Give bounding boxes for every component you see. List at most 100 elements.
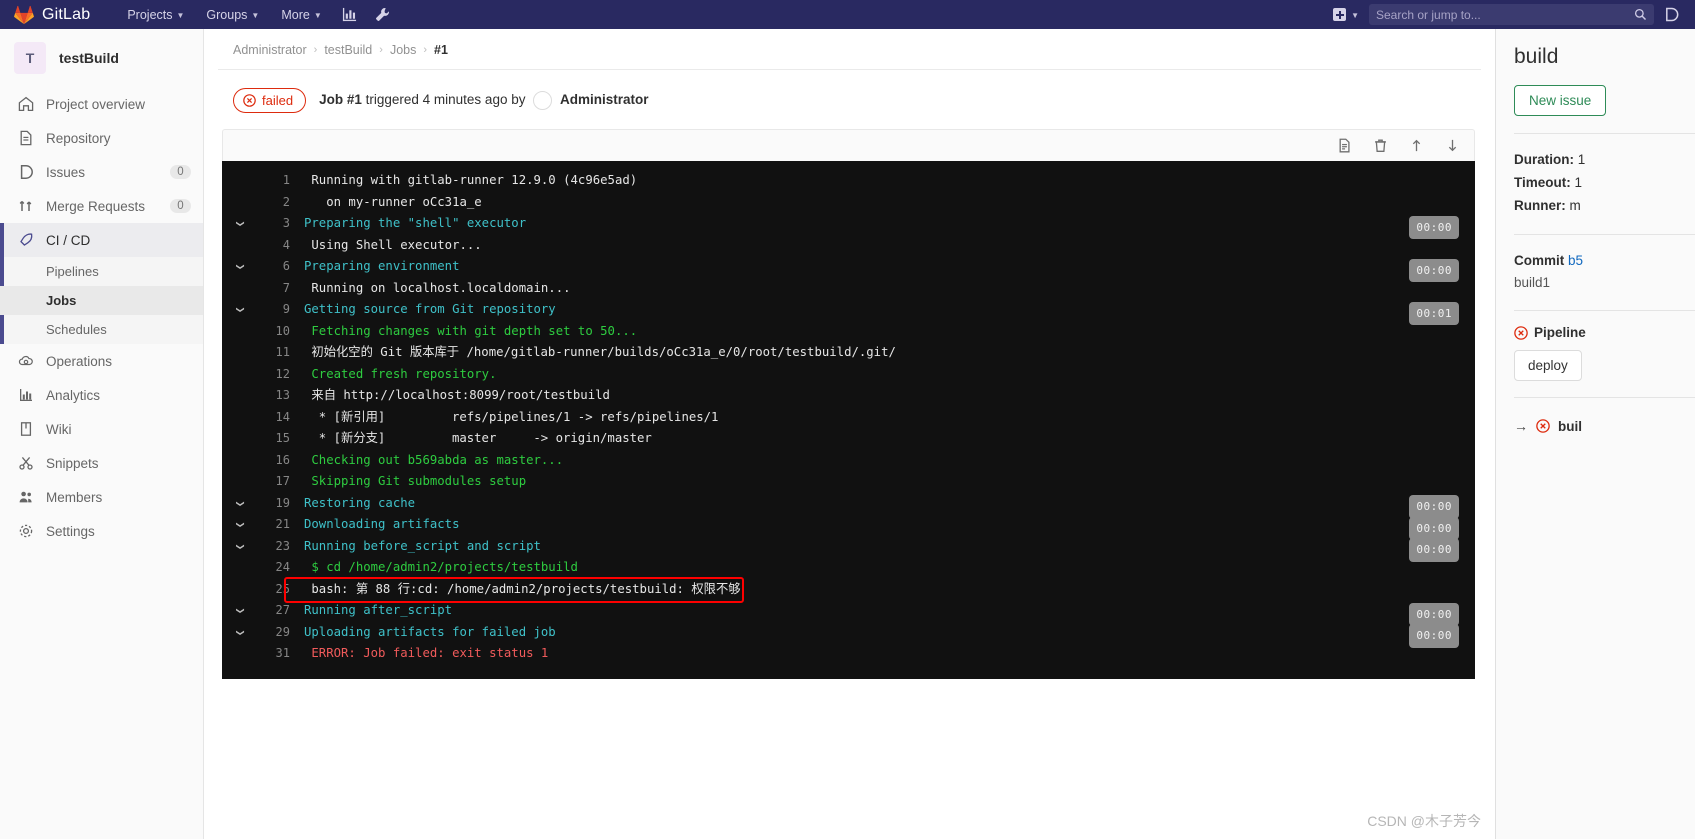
- log-line-text: Getting source from Git repository: [304, 302, 556, 316]
- job-trigger-text: triggered 4 minutes ago by: [365, 92, 526, 108]
- log-line-text: bash: 第 88 行:cd: /home/admin2/projects/t…: [304, 581, 741, 596]
- log-line: ❯ 19 Restoring cache 00:00: [222, 493, 1475, 519]
- log-line-text: $ cd /home/admin2/projects/testbuild: [304, 560, 578, 574]
- log-line-number: 13: [275, 388, 290, 402]
- gear-icon: [17, 523, 34, 539]
- search-input[interactable]: [1376, 7, 1647, 22]
- top-nav-right: ▼: [1325, 2, 1687, 27]
- stage-selector[interactable]: deploy: [1514, 350, 1582, 381]
- sidebar-subitem-pipelines[interactable]: Pipelines: [0, 257, 203, 286]
- wrench-icon-button[interactable]: [366, 2, 399, 27]
- log-line: 10 Fetching changes with git depth set t…: [222, 321, 1475, 343]
- issues-nav-button[interactable]: [1656, 2, 1687, 27]
- log-line: 17 Skipping Git submodules setup: [222, 471, 1475, 493]
- commit-sha-link[interactable]: b5: [1568, 253, 1583, 268]
- status-badge-label: failed: [262, 93, 294, 108]
- sidebar-item-wiki[interactable]: Wiki: [0, 412, 203, 446]
- log-line: ❯ 29 Uploading artifacts for failed job 00:…: [222, 622, 1475, 648]
- log-line-number: 12: [275, 366, 290, 381]
- log-line-text: 来自 http://localhost:8099/root/testbuild: [304, 388, 610, 402]
- job-author[interactable]: Administrator: [560, 92, 649, 107]
- arrow-right-icon: →: [1514, 418, 1528, 434]
- search-box[interactable]: [1369, 4, 1654, 25]
- log-line-number: 31: [275, 646, 290, 660]
- log-line-text: Preparing environment: [304, 259, 460, 273]
- sidebar-item-members[interactable]: Members: [0, 480, 203, 514]
- breadcrumb-separator-icon: ›: [313, 44, 318, 56]
- sidebar-label-snippets: Snippets: [46, 455, 99, 471]
- sidebar-subitem-jobs[interactable]: Jobs: [0, 286, 203, 315]
- plus-square-icon: [1333, 8, 1347, 21]
- gitlab-fox-icon: [14, 5, 34, 25]
- log-line-text: Fetching changes with git depth set to 5…: [304, 323, 638, 338]
- issues-icon: [1666, 7, 1679, 22]
- scroll-top-icon[interactable]: [1409, 138, 1424, 153]
- failed-icon: [1514, 325, 1528, 340]
- timeout-value: 1: [1574, 175, 1583, 190]
- sidebar-label-issues: Issues: [46, 164, 86, 180]
- sidebar-item-settings[interactable]: Settings: [0, 514, 203, 548]
- chevron-down-icon: ▼: [176, 11, 185, 20]
- related-job-name: buil: [1558, 418, 1582, 434]
- log-line: 31 ERROR: Job failed: exit status 1: [222, 643, 1475, 665]
- gitlab-brand-text: GitLab: [42, 5, 91, 23]
- new-item-button[interactable]: ▼: [1325, 4, 1367, 25]
- gitlab-logo[interactable]: GitLab: [0, 5, 90, 25]
- sidebar-item-snippets[interactable]: Snippets: [0, 446, 203, 480]
- sidebar-item-ci-cd[interactable]: CI / CD: [0, 223, 203, 257]
- pipeline-row: Pipeline: [1514, 325, 1695, 340]
- sidebar-item-project-overview[interactable]: Project overview: [0, 87, 203, 121]
- avatar: [533, 91, 553, 110]
- breadcrumb: Administrator › testBuild › Jobs › #1: [218, 29, 1481, 70]
- log-line-text: Preparing the "shell" executor: [304, 216, 527, 230]
- sidebar-item-repository[interactable]: Repository: [0, 121, 203, 155]
- new-issue-button[interactable]: New issue: [1514, 85, 1607, 116]
- log-line: ❯ 9 Getting source from Git repository 00:0…: [222, 299, 1475, 325]
- project-header[interactable]: T testBuild: [0, 29, 203, 87]
- runner-value: m: [1569, 198, 1581, 213]
- top-navigation-bar: GitLab Projects ▼ Groups ▼ More ▼ ▼ Sear…: [0, 0, 1695, 29]
- breadcrumb-project[interactable]: testBuild: [324, 43, 372, 57]
- log-line-text: Using Shell executor...: [304, 237, 482, 252]
- log-line-text: Uploading artifacts for failed job: [304, 624, 556, 639]
- pipeline-label[interactable]: Pipeline: [1534, 325, 1586, 340]
- log-line-number: 4: [282, 237, 290, 252]
- nav-groups[interactable]: Groups ▼: [195, 2, 270, 28]
- log-line-text: 初始化空的 Git 版本库于 /home/gitlab-runner/build…: [304, 345, 896, 359]
- sidebar-subitem-schedules[interactable]: Schedules: [0, 315, 203, 344]
- log-output[interactable]: 1 Running with gitlab-runner 12.9.0 (4c9…: [222, 161, 1475, 679]
- log-line: ❯ 3 Preparing the "shell" executor 00:00: [222, 213, 1475, 239]
- breadcrumb-jobs[interactable]: Jobs: [390, 43, 416, 57]
- breadcrumb-separator-icon: ›: [423, 44, 428, 56]
- sidebar-label-ci-cd: CI / CD: [46, 232, 91, 248]
- top-nav-links: Projects ▼ Groups ▼ More ▼: [116, 2, 398, 28]
- log-line: 25 bash: 第 88 行:cd: /home/admin2/project…: [222, 576, 1475, 603]
- breadcrumb-administrator[interactable]: Administrator: [233, 43, 307, 57]
- sidebar-item-analytics[interactable]: Analytics: [0, 378, 203, 412]
- nav-projects[interactable]: Projects ▼: [116, 2, 195, 28]
- sidebar-item-merge-requests[interactable]: Merge Requests 0: [0, 189, 203, 223]
- people-icon: [17, 489, 34, 505]
- trash-icon[interactable]: [1373, 138, 1388, 153]
- analytics-icon-button[interactable]: [333, 2, 366, 27]
- book-icon: [17, 421, 34, 437]
- log-line: ❯ 6 Preparing environment 00:00: [222, 256, 1475, 282]
- log-line: 4 Using Shell executor...: [222, 235, 1475, 257]
- failed-icon: [243, 94, 256, 107]
- log-line-text: * [新分支] master -> origin/master: [304, 431, 652, 445]
- log-line-number: 16: [275, 452, 290, 467]
- sidebar-item-issues[interactable]: Issues 0: [0, 155, 203, 189]
- timeout-row: Timeout: 1: [1514, 171, 1695, 194]
- scroll-bottom-icon[interactable]: [1445, 138, 1460, 153]
- status-badge[interactable]: failed: [233, 88, 307, 113]
- related-job-row[interactable]: → buil: [1514, 418, 1695, 434]
- nav-more[interactable]: More ▼: [270, 2, 332, 28]
- log-line-number: 9: [282, 302, 290, 316]
- divider: [1514, 310, 1695, 311]
- raw-log-icon[interactable]: [1337, 138, 1352, 153]
- log-line-number: 11: [275, 345, 290, 359]
- wrench-icon: [375, 8, 389, 21]
- log-line-number: 24: [275, 560, 290, 574]
- sidebar-item-operations[interactable]: Operations: [0, 344, 203, 378]
- log-line: ❯ 21 Downloading artifacts 00:00: [222, 514, 1475, 540]
